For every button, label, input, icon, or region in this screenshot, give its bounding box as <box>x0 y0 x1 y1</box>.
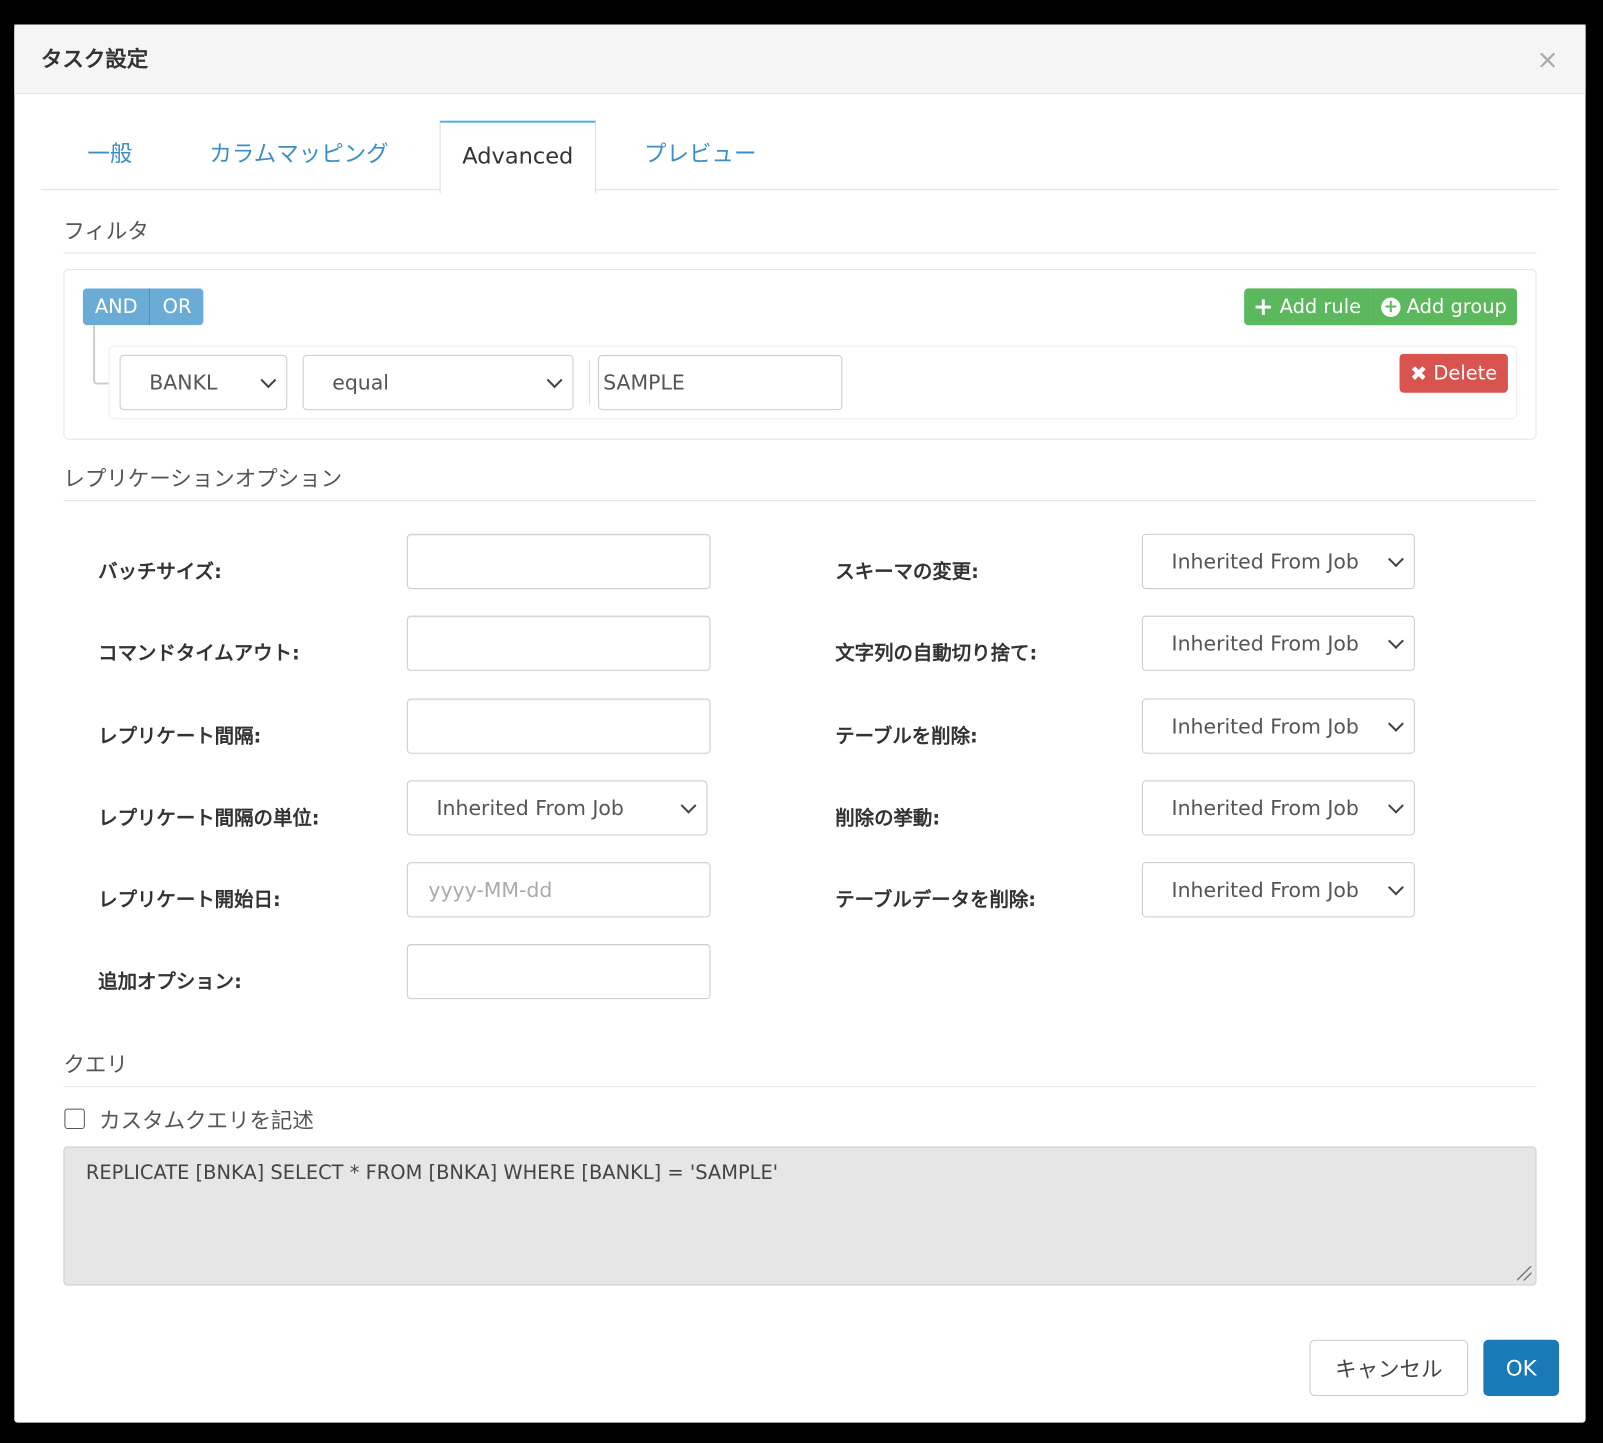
rule-operator-value: equal <box>332 370 389 395</box>
chevron-down-icon <box>1387 633 1404 649</box>
delete-rule-button[interactable]: ✖ Delete <box>1399 353 1508 393</box>
add-rule-label: Add rule <box>1279 295 1362 319</box>
drop-table-label: テーブルを削除: <box>835 725 978 748</box>
replicate-interval-input[interactable] <box>406 698 711 754</box>
ok-button[interactable]: OK <box>1483 1339 1560 1396</box>
query-heading: クエリ <box>63 1052 128 1077</box>
truncate-table-data-select[interactable]: Inherited From Job <box>1141 862 1415 918</box>
plus-icon: + <box>1252 292 1274 322</box>
chevron-down-icon <box>260 372 277 389</box>
auto-truncate-select[interactable]: Inherited From Job <box>1141 615 1415 671</box>
rule-field-value: BANKL <box>149 370 218 395</box>
rule-operator-select[interactable]: equal <box>302 354 574 411</box>
custom-query-checkbox[interactable] <box>64 1108 85 1130</box>
custom-query-label[interactable]: カスタムクエリを記述 <box>99 1105 314 1136</box>
divider <box>63 252 1537 254</box>
cancel-button[interactable]: キャンセル <box>1309 1339 1469 1396</box>
select-value: Inherited From Job <box>1171 877 1359 903</box>
plus-circle-icon: + <box>1381 297 1401 317</box>
schema-change-select[interactable]: Inherited From Job <box>1141 533 1415 590</box>
query-textarea[interactable]: REPLICATE [BNKA] SELECT * FROM [BNKA] WH… <box>63 1146 1537 1286</box>
select-value: Inherited From Job <box>436 795 624 821</box>
dialog-header: タスク設定 × <box>14 24 1586 95</box>
replicate-start-date-label: レプリケート開始日: <box>98 888 281 912</box>
schema-change-label: スキーマの変更: <box>835 560 979 583</box>
rule-field-select[interactable]: BANKL <box>119 354 288 411</box>
select-value: Inherited From Job <box>1171 795 1359 821</box>
delete-label: Delete <box>1433 362 1498 385</box>
condition-toggle: AND OR <box>82 288 204 326</box>
add-rule-button[interactable]: + Add rule <box>1244 288 1371 326</box>
add-group-button[interactable]: + Add group <box>1370 288 1518 326</box>
additional-options-label: 追加オプション: <box>98 970 242 994</box>
add-group-label: Add group <box>1406 295 1507 319</box>
select-value: Inherited From Job <box>1171 631 1359 656</box>
and-button[interactable]: AND <box>82 288 151 326</box>
resize-handle-icon[interactable] <box>1517 1266 1532 1281</box>
select-value: Inherited From Job <box>1171 549 1359 574</box>
tab-advanced[interactable]: Advanced <box>439 120 597 194</box>
replicate-start-date-input[interactable]: yyyy-MM-dd <box>406 862 711 918</box>
chevron-down-icon <box>1387 879 1404 896</box>
divider <box>63 1086 1537 1088</box>
drop-table-select[interactable]: Inherited From Job <box>1141 698 1415 754</box>
close-icon: ✖ <box>1410 361 1428 386</box>
tab-preview[interactable]: プレビュー <box>629 121 772 191</box>
filter-heading: フィルタ <box>63 218 149 244</box>
delete-behavior-label: 削除の挙動: <box>835 806 941 830</box>
or-button[interactable]: OR <box>150 288 204 326</box>
chevron-down-icon <box>546 372 563 389</box>
replicate-interval-unit-select[interactable]: Inherited From Job <box>406 780 708 836</box>
auto-truncate-label: 文字列の自動切り捨て: <box>835 642 1038 665</box>
select-value: Inherited From Job <box>1171 713 1359 739</box>
dialog-title: タスク設定 <box>40 47 149 72</box>
batch-size-label: バッチサイズ: <box>98 560 222 583</box>
delete-behavior-select[interactable]: Inherited From Job <box>1141 780 1415 836</box>
tab-general[interactable]: 一般 <box>72 121 149 191</box>
tab-column-mapping[interactable]: カラムマッピング <box>194 121 404 191</box>
chevron-down-icon <box>1387 715 1404 732</box>
replicate-interval-label: レプリケート間隔: <box>98 725 262 748</box>
command-timeout-input[interactable] <box>406 615 711 671</box>
separator <box>588 359 590 405</box>
command-timeout-label: コマンドタイムアウト: <box>98 642 300 665</box>
batch-size-input[interactable] <box>406 533 711 590</box>
replication-options-heading: レプリケーションオプション <box>63 466 343 491</box>
truncate-table-data-label: テーブルデータを削除: <box>835 888 1037 912</box>
chevron-down-icon <box>1387 551 1404 568</box>
rule-value-input[interactable]: SAMPLE <box>598 354 843 411</box>
replicate-interval-unit-label: レプリケート間隔の単位: <box>98 806 320 830</box>
tab-divider <box>40 189 1560 191</box>
close-icon[interactable]: × <box>1537 45 1559 76</box>
chevron-down-icon <box>1387 797 1404 814</box>
additional-options-input[interactable] <box>406 943 711 1000</box>
tree-connector <box>93 325 110 385</box>
divider <box>63 500 1537 502</box>
chevron-down-icon <box>680 797 697 814</box>
